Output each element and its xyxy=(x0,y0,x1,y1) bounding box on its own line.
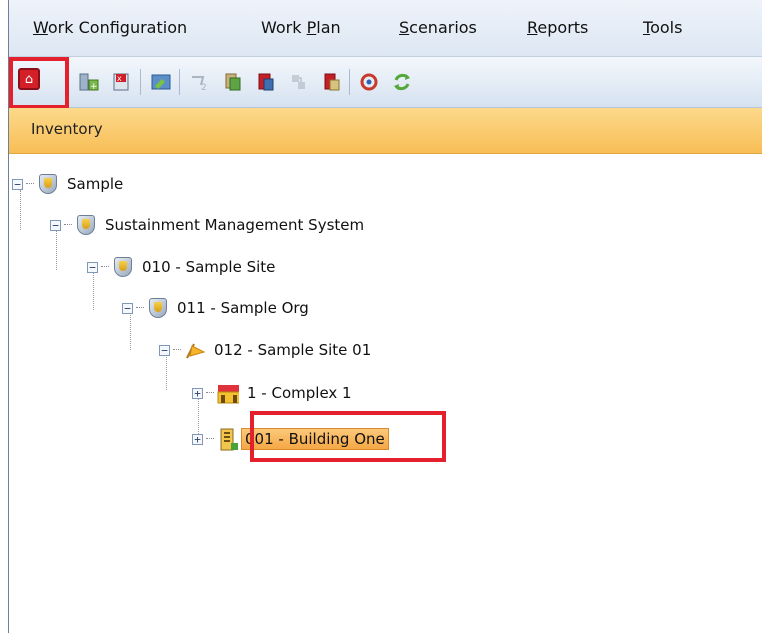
menu-work-configuration[interactable]: Work Configuration xyxy=(33,18,187,37)
collapse-toggle[interactable]: − xyxy=(12,178,23,190)
complex-icon xyxy=(217,382,239,404)
menu-mnemonic: T xyxy=(643,18,651,37)
tree-node-site[interactable]: − 010 - Sample Site xyxy=(87,254,275,280)
tree-connector xyxy=(64,224,72,226)
tree-node-org[interactable]: − 011 - Sample Org xyxy=(122,295,309,321)
collapse-toggle[interactable]: − xyxy=(159,344,170,356)
svg-text:2: 2 xyxy=(201,83,207,93)
collapse-toggle[interactable]: − xyxy=(122,302,133,314)
toolbar: + x 2 xyxy=(9,57,762,108)
tree-node-label: 011 - Sample Org xyxy=(177,299,309,317)
menu-mnemonic: W xyxy=(33,18,48,37)
tree-node-sample[interactable]: − Sample xyxy=(12,171,123,197)
toolbar-separator xyxy=(140,69,141,95)
toolbar-separator xyxy=(179,69,180,95)
expand-toggle[interactable]: + xyxy=(192,387,203,399)
building-icon xyxy=(217,428,239,451)
tree-connector xyxy=(101,266,109,268)
menu-label: ork Configuration xyxy=(47,18,188,37)
menu-mnemonic: P xyxy=(306,18,317,37)
menu-bar: Work Configuration Work Plan Scenarios R… xyxy=(9,0,762,57)
menu-scenarios[interactable]: Scenarios xyxy=(399,18,477,37)
menu-tools[interactable]: Tools xyxy=(643,18,682,37)
move-icon[interactable]: 2 xyxy=(186,68,214,96)
edit-icon[interactable] xyxy=(147,68,175,96)
shield-icon xyxy=(37,173,59,195)
add-component-icon[interactable]: + xyxy=(75,68,103,96)
toolbar-separator xyxy=(349,69,350,95)
menu-label: ools xyxy=(650,18,683,37)
shield-icon xyxy=(112,256,134,278)
menu-label-prefix: Work xyxy=(261,18,307,37)
svg-text:+: + xyxy=(90,82,98,92)
refresh-icon[interactable] xyxy=(355,68,383,96)
flag-icon xyxy=(184,339,206,361)
unlink-icon[interactable] xyxy=(318,68,346,96)
copy-icon[interactable] xyxy=(219,68,247,96)
menu-reports[interactable]: Reports xyxy=(527,18,588,37)
collapse-toggle[interactable]: − xyxy=(50,219,61,231)
tree-node-label: Sustainment Management System xyxy=(105,216,365,234)
menu-label: lan xyxy=(316,18,341,37)
collapse-toggle[interactable]: − xyxy=(87,261,98,273)
menu-work-plan[interactable]: Work Plan xyxy=(261,18,341,37)
tree-node-label: 010 - Sample Site xyxy=(142,258,276,276)
paste-icon[interactable] xyxy=(252,68,280,96)
menu-mnemonic: R xyxy=(527,18,538,37)
tree-node-site-01[interactable]: − 012 - Sample Site 01 xyxy=(159,337,371,363)
inventory-panel-header: Inventory xyxy=(9,108,762,154)
menu-label: cenarios xyxy=(409,18,477,37)
tree-connector xyxy=(173,349,181,351)
svg-text:x: x xyxy=(117,74,122,83)
tree-node-complex[interactable]: + 1 - Complex 1 xyxy=(192,380,352,406)
tree-node-label: Sample xyxy=(67,175,124,193)
tree-connector xyxy=(26,183,34,185)
tree-connector xyxy=(136,307,144,309)
selected-node-highlight xyxy=(250,411,446,462)
shield-icon xyxy=(75,214,97,236)
menu-mnemonic: S xyxy=(399,18,410,37)
sync-icon[interactable] xyxy=(388,68,416,96)
menu-label: eports xyxy=(537,18,589,37)
inventory-tree: − Sample − Sustainment Management System… xyxy=(0,160,762,633)
expand-toggle[interactable]: + xyxy=(192,433,203,445)
tree-connector xyxy=(206,392,214,394)
shield-icon xyxy=(147,297,169,319)
delete-component-icon[interactable]: x xyxy=(108,68,136,96)
tree-node-sustainment-management-system[interactable]: − Sustainment Management System xyxy=(50,212,364,238)
home-button[interactable]: ⌂ xyxy=(18,68,40,90)
panel-title: Inventory xyxy=(31,120,103,138)
link-icon[interactable] xyxy=(285,68,313,96)
tree-connector xyxy=(206,438,214,440)
tree-node-label: 012 - Sample Site 01 xyxy=(214,341,372,359)
tree-node-label: 1 - Complex 1 xyxy=(247,384,352,402)
home-icon: ⌂ xyxy=(24,71,34,87)
